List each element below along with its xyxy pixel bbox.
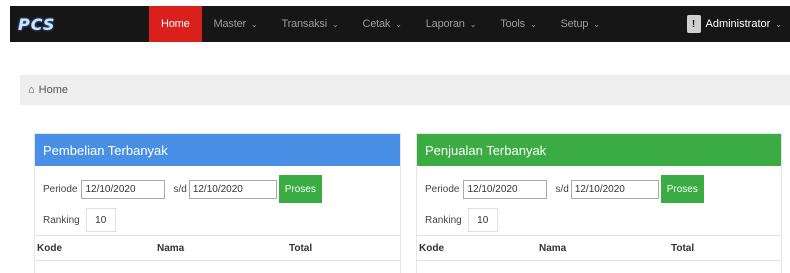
user-icon: ! <box>686 15 701 33</box>
table-header: Kode Nama Total <box>35 235 400 261</box>
column-header-nama: Nama <box>539 242 567 254</box>
breadcrumb-home[interactable]: Home <box>39 84 68 96</box>
date-from-input[interactable]: 12/10/2020 <box>463 179 548 199</box>
nav-item-label: Master <box>213 18 247 30</box>
user-menu[interactable]: ! Administrator ⌄ <box>686 6 790 42</box>
nav-item-label: Setup <box>560 18 589 30</box>
chevron-down-icon: ⌄ <box>775 19 782 29</box>
date-to-input[interactable]: 12/10/2020 <box>570 179 659 199</box>
chevron-down-icon: ⌄ <box>250 19 258 29</box>
pembelian-panel: Pembelian Terbanyak Periode 12/10/2020 s… <box>34 133 401 273</box>
home-icon: ⌂ <box>28 84 35 96</box>
column-header-kode: Kode <box>419 242 444 254</box>
nav-item-transaksi[interactable]: Transaksi ⌄ <box>269 6 350 42</box>
user-name: Administrator <box>705 18 771 30</box>
nav-item-label: Cetak <box>362 18 391 30</box>
column-header-total: Total <box>289 242 313 254</box>
periode-label: Periode <box>43 183 78 195</box>
date-to-input[interactable]: 12/10/2020 <box>188 179 277 199</box>
app-logo[interactable]: PCS <box>10 6 138 42</box>
column-header-nama: Nama <box>157 242 185 254</box>
periode-row: Periode 12/10/2020 s/d 12/10/2020 Proses <box>417 175 781 203</box>
top-navbar: PCS Home Master ⌄ Transaksi ⌄ Cetak ⌄ La… <box>10 6 790 42</box>
ranking-row: Ranking 10 <box>417 208 781 232</box>
nav-item-master[interactable]: Master ⌄ <box>202 6 270 42</box>
periode-label: Periode <box>425 183 460 195</box>
date-from-input[interactable]: 12/10/2020 <box>81 179 166 199</box>
column-header-total: Total <box>671 242 695 254</box>
chevron-down-icon: ⌄ <box>593 19 600 29</box>
ranking-input[interactable]: 10 <box>85 208 116 232</box>
nav-item-label: Tools <box>500 18 525 30</box>
nav-item-label: Laporan <box>425 18 465 30</box>
chevron-down-icon: ⌄ <box>331 19 339 29</box>
proses-button[interactable]: Proses <box>278 175 322 203</box>
nav-menu: Home Master ⌄ Transaksi ⌄ Cetak ⌄ Lapora… <box>149 6 612 42</box>
penjualan-panel: Penjualan Terbanyak Periode 12/10/2020 s… <box>416 133 782 273</box>
nav-item-label: Transaksi <box>281 18 327 30</box>
sd-label: s/d <box>555 183 569 195</box>
nav-item-laporan[interactable]: Laporan ⌄ <box>414 6 489 42</box>
nav-item-label: Home <box>161 18 190 30</box>
nav-item-setup[interactable]: Setup ⌄ <box>548 6 611 42</box>
ranking-label: Ranking <box>43 214 80 226</box>
periode-row: Periode 12/10/2020 s/d 12/10/2020 Proses <box>35 175 400 203</box>
ranking-input[interactable]: 10 <box>467 208 498 232</box>
nav-item-home[interactable]: Home <box>149 6 202 42</box>
table-header: Kode Nama Total <box>417 235 781 261</box>
chevron-down-icon: ⌄ <box>529 19 537 29</box>
nav-item-cetak[interactable]: Cetak ⌄ <box>350 6 413 42</box>
proses-button[interactable]: Proses <box>660 175 704 203</box>
breadcrumb: ⌂ Home <box>20 75 790 105</box>
nav-item-tools[interactable]: Tools ⌄ <box>488 6 548 42</box>
panel-title: Penjualan Terbanyak <box>417 134 781 166</box>
panel-title: Pembelian Terbanyak <box>35 134 400 166</box>
ranking-row: Ranking 10 <box>35 208 400 232</box>
chevron-down-icon: ⌄ <box>469 19 477 29</box>
column-header-kode: Kode <box>37 242 62 254</box>
ranking-label: Ranking <box>425 214 462 226</box>
sd-label: s/d <box>173 183 187 195</box>
chevron-down-icon: ⌄ <box>395 19 402 29</box>
